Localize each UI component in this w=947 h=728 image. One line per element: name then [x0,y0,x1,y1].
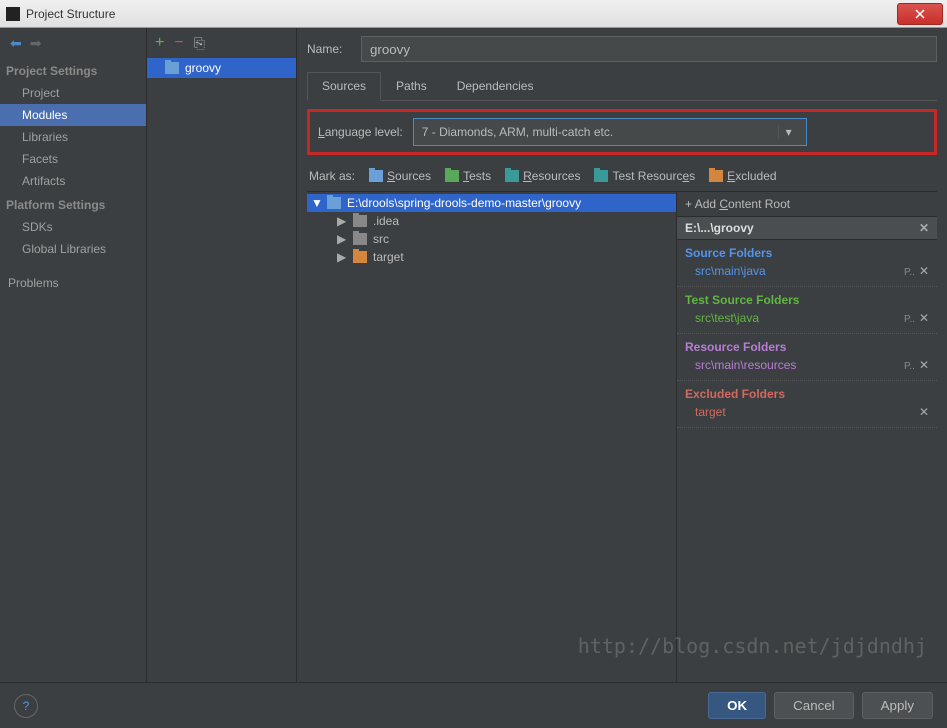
roots-item-label: target [695,405,726,419]
roots-item[interactable]: src\main\java P.. ✕ [677,262,937,287]
tab-dependencies[interactable]: Dependencies [442,72,549,100]
name-label: Name: [307,42,351,56]
section-platform-settings: Platform Settings [0,192,146,216]
add-content-root[interactable]: + Add Content Root [677,192,937,217]
language-level-value: 7 - Diamonds, ARM, multi-catch etc. [422,125,613,139]
mark-sources[interactable]: Sources [369,169,431,183]
expand-arrow-icon[interactable]: ▶ [337,232,347,246]
cancel-button[interactable]: Cancel [774,692,854,719]
roots-item[interactable]: src\test\java P.. ✕ [677,309,937,334]
language-level-row: Language level: 7 - Diamonds, ARM, multi… [307,109,937,155]
folder-icon [709,170,723,182]
expand-arrow-icon[interactable]: ▶ [337,214,347,228]
mark-as-label: Mark as: [309,169,355,183]
folder-icon [594,170,608,182]
module-details-panel: Name: Sources Paths Dependencies Languag… [297,28,947,682]
add-module-icon[interactable]: + [155,34,164,52]
nav-global-libraries[interactable]: Global Libraries [0,238,146,260]
mark-excluded[interactable]: Excluded [709,169,776,183]
expand-arrow-icon[interactable]: ▼ [311,196,321,210]
roots-item[interactable]: src\main\resources P.. ✕ [677,356,937,381]
left-sidebar: ⬅ ➡ Project Settings Project Modules Lib… [0,28,147,682]
app-icon [6,7,20,21]
roots-section-header: Test Source Folders [677,287,937,309]
tree-item-src[interactable]: ▶ src [307,230,676,248]
tree-item-target[interactable]: ▶ target [307,248,676,266]
nav-libraries[interactable]: Libraries [0,126,146,148]
nav-facets[interactable]: Facets [0,148,146,170]
language-level-select[interactable]: 7 - Diamonds, ARM, multi-catch etc. ▾ [413,118,807,146]
dropdown-arrow-icon: ▾ [778,125,798,139]
close-icon [914,8,926,20]
package-prefix-icon[interactable]: P.. [904,361,915,372]
help-button[interactable]: ? [14,694,38,718]
folder-icon [165,62,179,74]
roots-item-label: src\main\resources [695,358,796,372]
mark-as-row: Mark as: Sources Tests Resources Test Re… [307,165,937,192]
remove-folder-icon[interactable]: ✕ [919,358,929,372]
tree-item-label: src [373,232,389,246]
window-title: Project Structure [26,7,115,21]
roots-section-header: Excluded Folders [677,381,937,403]
roots-section-header: Resource Folders [677,334,937,356]
tree-item-label: target [373,250,404,264]
nav-project[interactable]: Project [0,82,146,104]
remove-folder-icon[interactable]: ✕ [919,405,929,419]
folder-icon [369,170,383,182]
folder-icon [353,215,367,227]
source-tree: ▼ E:\drools\spring-drools-demo-master\gr… [307,192,677,682]
apply-button[interactable]: Apply [862,692,933,719]
module-tabs: Sources Paths Dependencies [307,72,937,101]
remove-folder-icon[interactable]: ✕ [919,311,929,325]
folder-icon [505,170,519,182]
roots-section-header: Source Folders [677,240,937,262]
nav-modules[interactable]: Modules [0,104,146,126]
titlebar: Project Structure [0,0,947,28]
module-name-input[interactable] [361,36,937,62]
ok-button[interactable]: OK [708,692,766,719]
language-level-label: Language level: [318,125,403,139]
module-item-groovy[interactable]: groovy [147,58,296,78]
remove-root-icon[interactable]: ✕ [919,221,929,235]
tree-root-label: E:\drools\spring-drools-demo-master\groo… [347,196,581,210]
mark-tests[interactable]: Tests [445,169,491,183]
folder-icon [327,197,341,209]
dialog-footer: ? OK Cancel Apply [0,682,947,728]
section-project-settings: Project Settings [0,58,146,82]
nav-sdks[interactable]: SDKs [0,216,146,238]
content-roots-panel: + Add Content Root E:\...\groovy ✕ Sourc… [677,192,937,682]
roots-item-label: src\main\java [695,264,766,278]
roots-item-label: src\test\java [695,311,759,325]
modules-list-panel: + − ⎘ groovy [147,28,297,682]
close-button[interactable] [897,3,943,25]
folder-icon [353,233,367,245]
folder-icon [353,251,367,263]
copy-module-icon[interactable]: ⎘ [194,35,205,52]
mark-test-resources[interactable]: Test Resources [594,169,695,183]
tree-root[interactable]: ▼ E:\drools\spring-drools-demo-master\gr… [307,194,676,212]
content-root-label: E:\...\groovy [685,221,754,235]
nav-back-icon[interactable]: ⬅ [10,35,22,52]
tab-paths[interactable]: Paths [381,72,442,100]
roots-item[interactable]: target ✕ [677,403,937,428]
remove-folder-icon[interactable]: ✕ [919,264,929,278]
nav-problems[interactable]: Problems [0,272,146,294]
content-root-path[interactable]: E:\...\groovy ✕ [677,217,937,240]
package-prefix-icon[interactable]: P.. [904,314,915,325]
mark-resources[interactable]: Resources [505,169,580,183]
folder-icon [445,170,459,182]
nav-artifacts[interactable]: Artifacts [0,170,146,192]
expand-arrow-icon[interactable]: ▶ [337,250,347,264]
tree-item-label: .idea [373,214,399,228]
package-prefix-icon[interactable]: P.. [904,267,915,278]
remove-module-icon[interactable]: − [174,34,183,52]
tree-item-idea[interactable]: ▶ .idea [307,212,676,230]
tab-sources[interactable]: Sources [307,72,381,101]
module-name: groovy [185,61,221,75]
nav-forward-icon[interactable]: ➡ [30,35,42,52]
